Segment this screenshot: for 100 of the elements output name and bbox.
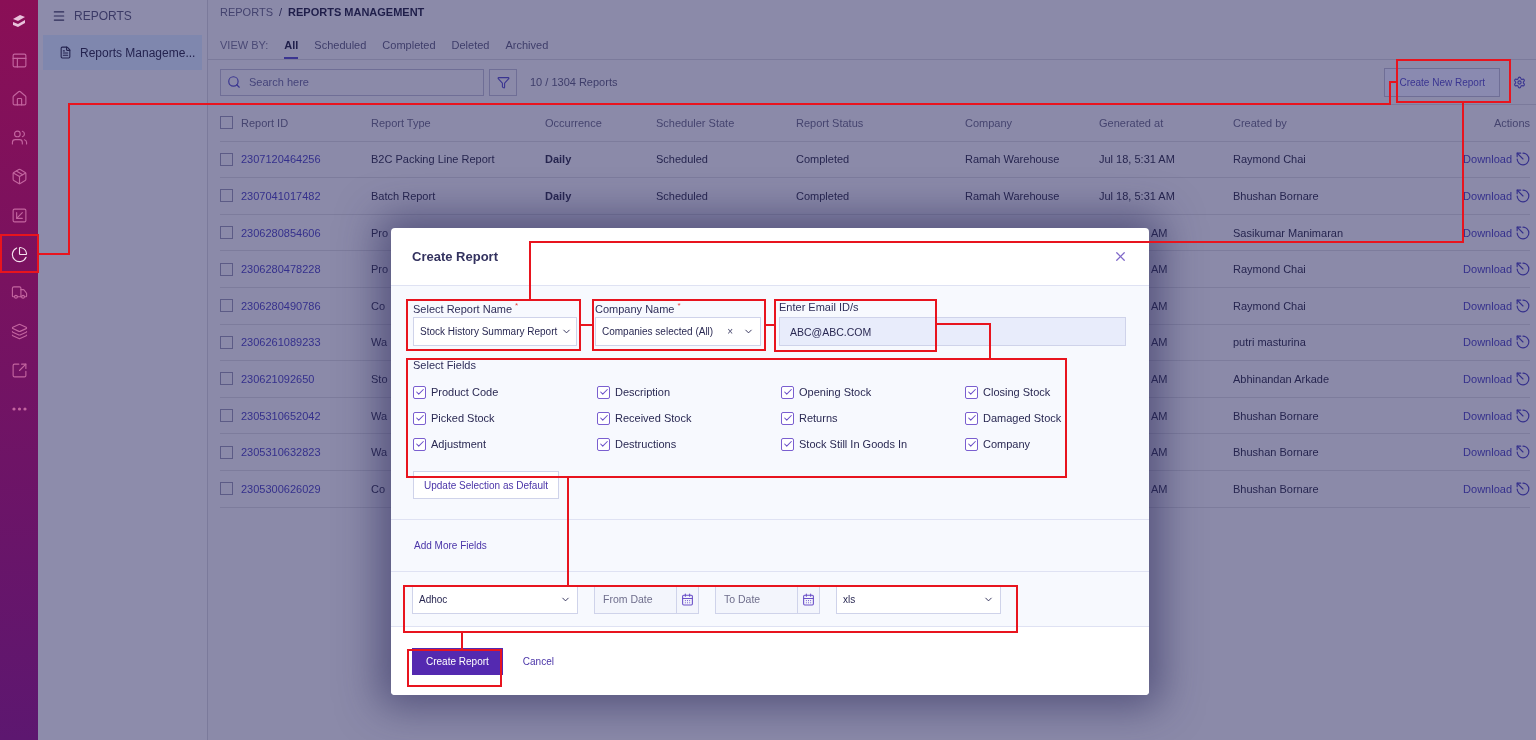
checkbox-label: Destructions <box>615 438 677 450</box>
breadcrumb-item[interactable]: REPORTS <box>220 6 273 18</box>
company-select[interactable]: Companies selected (All) × <box>595 317 761 346</box>
table-cell: Raymond Chai <box>1233 153 1306 166</box>
table-cell-text: AM <box>1150 409 1168 422</box>
column-header: Occurrence <box>545 116 602 129</box>
table-cell-text: AM <box>1150 226 1168 239</box>
checkbox-label: Product Code <box>431 386 499 398</box>
field-label: Company Name $^{*}$ <box>595 301 682 314</box>
schedule-select[interactable]: Adhoc <box>412 584 578 614</box>
table-cell: Bhushan Bornare <box>1233 446 1319 459</box>
date-picker[interactable]: From Date <box>594 584 699 614</box>
email-field[interactable]: ABC@ABC.COM <box>779 317 1126 346</box>
table-cell: Completed <box>796 153 850 166</box>
download-link[interactable]: Download <box>1463 482 1512 495</box>
column-header: Report ID <box>241 116 289 129</box>
sidebar-title: REPORTS <box>74 9 132 23</box>
table-cell-text: AM <box>1150 299 1168 312</box>
report-id-link[interactable]: 2305300626029 <box>241 482 321 495</box>
date-picker[interactable]: To Date <box>715 584 820 614</box>
view-tab[interactable]: Archived <box>505 39 549 59</box>
table-cell: Wa <box>371 409 388 422</box>
checkbox-label: Picked Stock <box>431 412 495 424</box>
table-cell: Raymond Chai <box>1233 299 1306 312</box>
checkbox-label: Stock Still In Goods In <box>799 438 908 450</box>
table-cell: Wa <box>371 446 388 459</box>
checkbox-label: Closing Stock <box>983 386 1051 398</box>
table-cell: Sasikumar Manimaran <box>1233 226 1344 239</box>
report-id-link[interactable]: 2306280490786 <box>241 299 321 312</box>
table-cell: putri masturina <box>1233 336 1306 349</box>
download-link[interactable]: Download <box>1463 336 1512 349</box>
table-cell-text: AM <box>1150 336 1168 349</box>
download-link[interactable]: Download <box>1463 446 1512 459</box>
breadcrumb-separator: / <box>279 6 283 18</box>
dialog-title: Create Report <box>412 249 498 264</box>
report-id-link[interactable]: 2307120464256 <box>241 153 321 166</box>
table-cell: Pro <box>371 226 389 239</box>
field-label: Enter Email ID/s <box>779 301 860 314</box>
table-cell: Batch Report <box>371 190 436 202</box>
checkbox-label: Damaged Stock <box>983 412 1062 424</box>
view-tab[interactable]: Deleted <box>451 39 490 59</box>
column-header: Company <box>965 116 1013 129</box>
table-cell: Ramah Warehouse <box>965 190 1060 202</box>
report-count: 10 / 1304 Reports <box>530 76 618 88</box>
table-cell: Bhushan Bornare <box>1233 482 1319 495</box>
table-cell: Scheduled <box>656 190 708 202</box>
create-report-button[interactable]: Create Report <box>412 647 503 675</box>
sidebar-item[interactable]: Reports Manageme... <box>43 35 202 70</box>
table-cell-text: AM <box>1150 482 1168 495</box>
table-cell: Co <box>371 299 386 312</box>
report-id-link[interactable]: 2305310632823 <box>241 446 321 459</box>
section-title: Select Fields <box>413 359 477 371</box>
report-id-link[interactable]: 2306261089233 <box>241 336 321 349</box>
update-default-button[interactable]: Update Selection as Default <box>413 471 559 499</box>
cancel-link[interactable]: Cancel <box>522 655 554 667</box>
table-cell: Jul 18, 5:31 AM <box>1099 190 1175 202</box>
column-header: Scheduler State <box>656 116 735 129</box>
table-cell: Ramah Warehouse <box>965 153 1060 166</box>
download-link[interactable]: Download <box>1463 190 1512 202</box>
download-link[interactable]: Download <box>1463 263 1512 276</box>
download-link[interactable]: Download <box>1463 299 1512 312</box>
view-by-label: VIEW BY: <box>220 39 269 53</box>
column-header: Created by <box>1233 116 1287 129</box>
table-cell: Sto <box>371 372 388 385</box>
checkbox-label: Opening Stock <box>799 386 872 398</box>
view-tab[interactable]: Scheduled <box>314 39 367 59</box>
table-cell: Bhushan Bornare <box>1233 409 1319 422</box>
download-link[interactable]: Download <box>1463 226 1512 239</box>
report-id-link[interactable]: 230621092650 <box>241 372 315 385</box>
column-header: Actions <box>1493 116 1530 129</box>
format-select[interactable]: xls <box>836 584 1001 614</box>
table-cell: Scheduled <box>656 153 708 166</box>
column-header: Generated at <box>1099 116 1164 129</box>
report-id-link[interactable]: 2305310652042 <box>241 409 321 422</box>
table-cell: Completed <box>796 190 850 202</box>
checkbox-label: Returns <box>799 412 838 424</box>
table-cell: Raymond Chai <box>1233 263 1306 276</box>
table-cell: Co <box>371 482 386 495</box>
search-field[interactable]: Search here <box>247 69 483 95</box>
report-name-select[interactable]: Stock History Summary Report <box>413 317 577 346</box>
report-id-link[interactable]: 2306280478228 <box>241 263 321 276</box>
table-cell: Bhushan Bornare <box>1233 190 1319 202</box>
report-id-link[interactable]: 2307041017482 <box>241 190 321 202</box>
table-cell-text: AM <box>1150 263 1168 276</box>
from-date-field[interactable]: From Date <box>595 585 676 613</box>
table-cell-text: AM <box>1150 372 1168 385</box>
column-header: Report Status <box>796 116 864 129</box>
download-link[interactable]: Download <box>1463 153 1512 166</box>
download-link[interactable]: Download <box>1463 409 1512 422</box>
view-tab[interactable]: Completed <box>382 39 436 59</box>
breadcrumb-item: REPORTS MANAGEMENT <box>288 6 425 18</box>
search-box[interactable]: Search here <box>220 68 484 96</box>
table-cell: Daily <box>545 190 572 202</box>
view-tab[interactable]: All <box>284 39 299 59</box>
checkbox-label: Adjustment <box>431 438 487 450</box>
report-id-link[interactable]: 2306280854606 <box>241 226 321 239</box>
to-date-field[interactable]: To Date <box>716 585 797 613</box>
download-link[interactable]: Download <box>1463 372 1512 385</box>
create-new-report-button[interactable]: Create New Report <box>1384 67 1500 97</box>
add-more-fields-link[interactable]: Add More Fields <box>414 540 487 551</box>
